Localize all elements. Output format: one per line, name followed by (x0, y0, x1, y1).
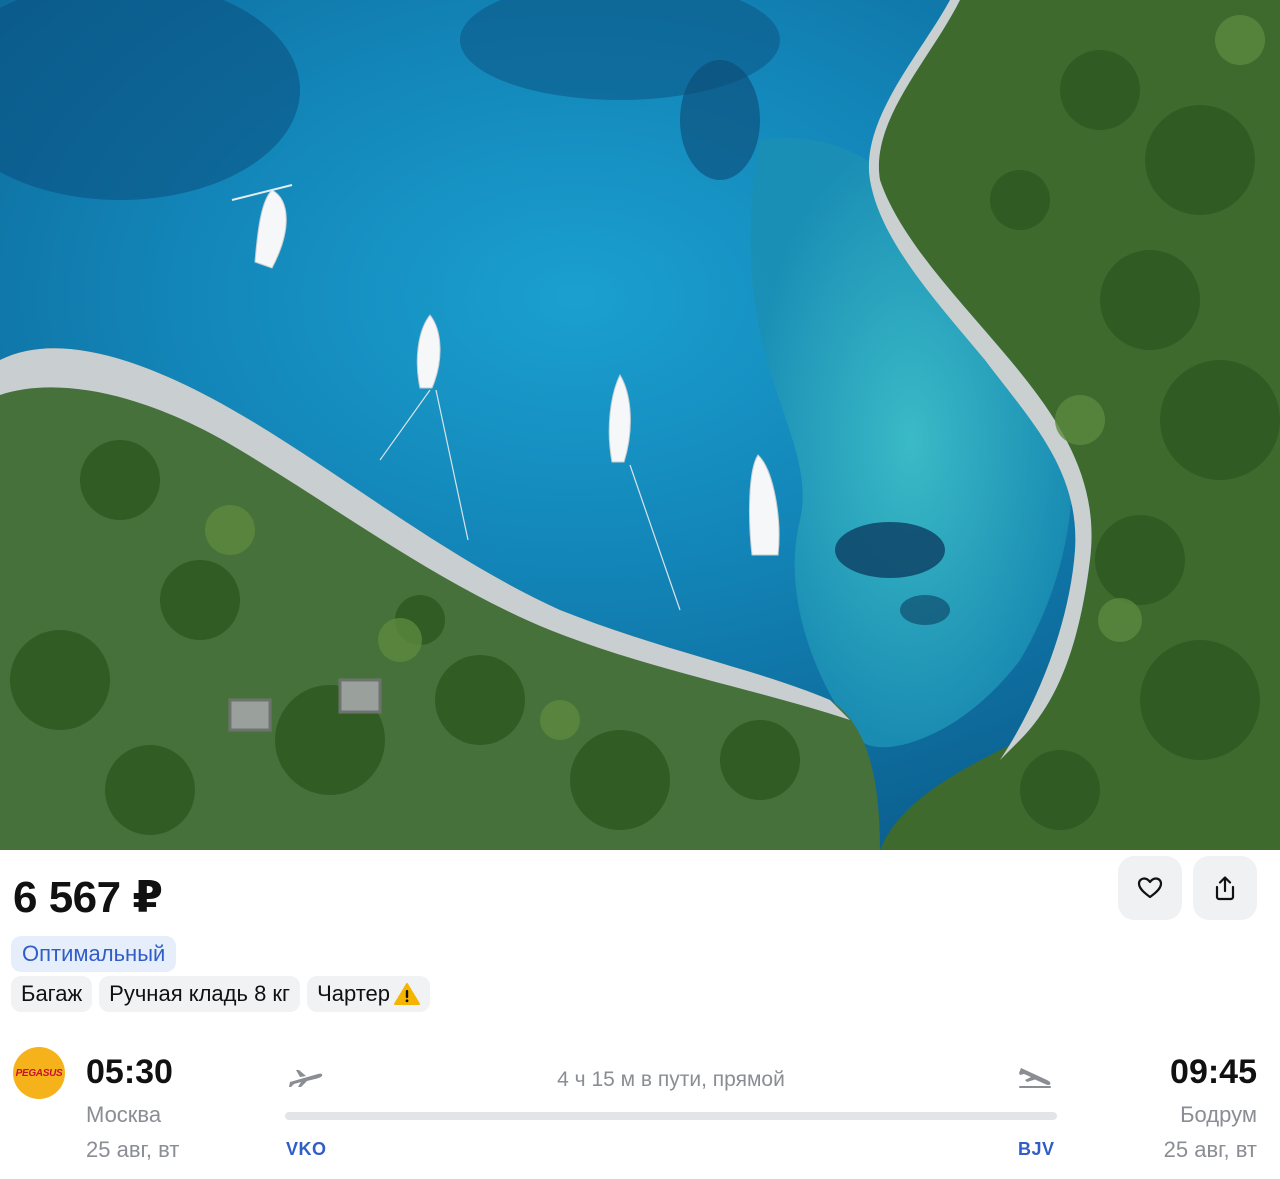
departure-city: Москва (86, 1102, 162, 1127)
share-icon (1215, 876, 1235, 901)
tag-label: Багаж (21, 981, 83, 1006)
hero-photo (0, 0, 1280, 850)
landing-plane-icon (1019, 1068, 1051, 1088)
optimal-badge: Оптимальный (11, 936, 177, 972)
airline-logo-text: PEGASUS (15, 1067, 63, 1079)
tag-baggage: Багаж (11, 976, 93, 1012)
arrival-city: Бодрум (1180, 1102, 1257, 1127)
route-line (285, 1112, 1057, 1120)
warning-icon (394, 983, 421, 1005)
bay-aerial-image (0, 0, 1280, 850)
arrival-date: 25 авг, вт (1163, 1137, 1257, 1162)
tag-label: Чартер (317, 981, 391, 1006)
offer-card[interactable]: 6 567 ₽ Оптимальный Багаж Ручная кладь 8… (0, 850, 1280, 1179)
arrival-time: 09:45 (1170, 1053, 1257, 1091)
arrival-airport-code: BJV (1018, 1139, 1055, 1159)
departure-date: 25 авг, вт (86, 1137, 180, 1162)
tag-list: Багаж Ручная кладь 8 кг Чартер (11, 976, 431, 1012)
heart-icon (1137, 877, 1163, 899)
tag-charter[interactable]: Чартер (307, 976, 431, 1012)
favorite-button[interactable] (1118, 856, 1182, 920)
tag-label: Ручная кладь 8 кг (109, 981, 291, 1006)
price: 6 567 ₽ (13, 873, 163, 922)
departure-airport-code: VKO (286, 1139, 327, 1159)
departure-time: 05:30 (86, 1053, 173, 1091)
airline-logo: PEGASUS (13, 1047, 65, 1099)
share-button[interactable] (1193, 856, 1257, 920)
flight-duration: 4 ч 15 м в пути, прямой (557, 1068, 785, 1091)
tag-hand-luggage: Ручная кладь 8 кг (99, 976, 301, 1012)
